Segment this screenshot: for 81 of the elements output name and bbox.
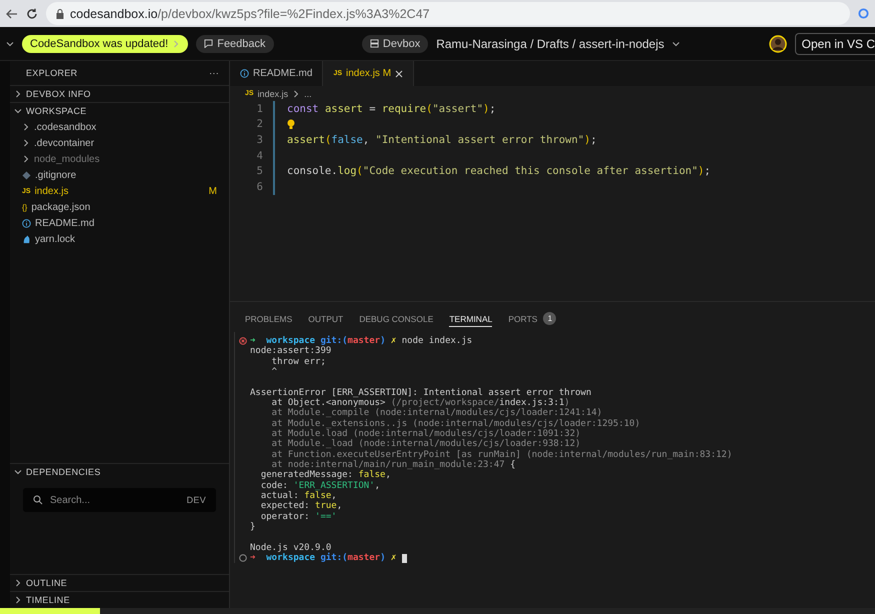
reload-icon[interactable] [26, 8, 38, 20]
explorer-title: EXPLORER [26, 68, 78, 78]
file-tree-item[interactable]: .gitignore [10, 167, 229, 183]
terminal-line: ➜ workspace git:(master) ✗ [250, 553, 398, 564]
chevron-down-icon [14, 107, 22, 115]
search-icon [33, 495, 43, 505]
terminal-line: ➜ workspace git:(master) ✗ node index.js [250, 336, 472, 346]
terminal-line: generatedMessage: false, [260, 470, 391, 480]
line-number: 2 [256, 118, 264, 130]
terminal-line: AssertionError [ERR_ASSERTION]: Intentional assert error thrown [250, 388, 592, 398]
chevron-down-icon [14, 468, 22, 476]
panel-tab[interactable]: PROBLEMS [245, 312, 292, 326]
feedback-button[interactable]: Feedback [196, 34, 274, 52]
chevron-right-icon [172, 40, 180, 48]
terminal-line: code: 'ERR_ASSERTION', [260, 480, 380, 491]
breadcrumb-more[interactable]: ... [304, 88, 312, 98]
update-badge[interactable]: CodeSandbox was updated! [22, 34, 188, 52]
address-bar[interactable]: codesandbox.io/p/devbox/kwz5ps?file=%2Findex.js%3A3%2C47 [46, 2, 850, 25]
breadcrumb-file[interactable]: index.js [258, 88, 288, 98]
server-icon [370, 39, 379, 48]
panel-tab[interactable]: TERMINAL [449, 312, 492, 326]
terminal-line: } [250, 522, 256, 532]
file-tree-item[interactable]: README.md [10, 215, 229, 231]
chevron-right-icon [14, 596, 22, 604]
project-path[interactable]: Ramu-Narasinga / Drafts / assert-in-nodejs [436, 36, 664, 50]
chevron-down-icon [6, 40, 14, 48]
lock-icon [56, 8, 64, 18]
chat-icon [204, 39, 214, 48]
line-number: 1 [256, 102, 264, 115]
terminal-line: at Module.load (node:internal/modules/cjs/loader:1091:32) [270, 429, 581, 440]
dev-toggle[interactable]: DEV [186, 495, 206, 505]
chevron-right-icon [14, 90, 22, 98]
info-icon [22, 218, 31, 228]
panel-tab[interactable]: OUTPUT [308, 312, 344, 326]
info-icon [240, 69, 249, 78]
section-header[interactable]: DEPENDENCIES [10, 463, 229, 480]
terminal-line: at Module._compile (node:internal/modules/cjs/loader:1241:14) [270, 408, 602, 418]
avatar-icon[interactable] [768, 34, 787, 52]
file-tree-item[interactable]: .devcontainer [10, 135, 229, 151]
code-line: const assert = require("assert"); [287, 102, 496, 115]
terminal-line: expected: true, [260, 501, 342, 512]
section-header[interactable]: OUTLINE [10, 574, 229, 591]
close-icon[interactable] [395, 70, 404, 78]
terminal-line: operator: '==' [260, 512, 337, 522]
terminal-line: at Object.<anonymous> (/project/workspace/index.js:3:1) [270, 398, 570, 408]
file-tree-item[interactable]: .codesandbox [10, 119, 229, 135]
more-menu[interactable]: ··· [209, 68, 219, 78]
terminal-line: ^ [270, 367, 278, 378]
devbox-chip[interactable]: Devbox [362, 34, 428, 52]
terminal-line: at Module._load (node:internal/modules/cjs/loader:938:12) [270, 439, 581, 450]
search-field[interactable]: Search... DEV [23, 488, 216, 512]
terminal-line: Node.js v20.9.0 [250, 542, 332, 553]
search-input[interactable]: Search... [48, 494, 182, 506]
chevron-right-icon [292, 90, 300, 98]
file-tree-item[interactable]: node_modules [10, 151, 229, 167]
terminal-line: node:assert:399 [250, 346, 332, 356]
chevron-right-icon [14, 579, 22, 587]
open-in-vscode-button[interactable]: Open in VS C [794, 32, 875, 54]
section-header[interactable]: WORKSPACE [10, 102, 229, 119]
code-line: console.log("Code execution reached this console after assertion"); [287, 165, 711, 178]
terminal-line: actual: false, [260, 491, 337, 502]
chevron-down-icon [672, 40, 680, 48]
url-text: codesandbox.io/p/devbox/kwz5ps?file=%2Findex.js%3A3%2C47 [70, 6, 430, 20]
terminal-line: at Function.executeUserEntryPoint [as runMain] (node:internal/modules/run_main:83:12) [270, 450, 732, 460]
panel-tab[interactable]: DEBUG CONSOLE [359, 312, 434, 326]
terminal-line: throw err; [270, 356, 326, 367]
line-number: 3 [256, 134, 264, 146]
line-number: 6 [256, 180, 264, 193]
file-tree-item[interactable]: yarn.lock [10, 231, 229, 247]
line-number: 4 [256, 150, 264, 162]
braces-icon: {} [22, 202, 28, 212]
back-arrow-icon[interactable] [6, 8, 18, 20]
diamond-icon [22, 170, 31, 180]
code-line: assert(false, "Intentional assert error thrown"); [287, 134, 597, 146]
section-header[interactable]: DEVBOX INFO [10, 85, 229, 102]
panel-tab[interactable]: PORTS 1 [508, 310, 556, 328]
file-tree-item[interactable]: {} package.json [10, 199, 229, 215]
terminal-line: at node:internal/main/run_main_module:23:47 { [272, 460, 516, 470]
lightbulb-icon[interactable] [287, 118, 295, 130]
terminal-line: at Module._extensions..js (node:internal/modules/cjs/loader:1295:10) [270, 418, 640, 429]
line-number: 5 [256, 165, 264, 178]
